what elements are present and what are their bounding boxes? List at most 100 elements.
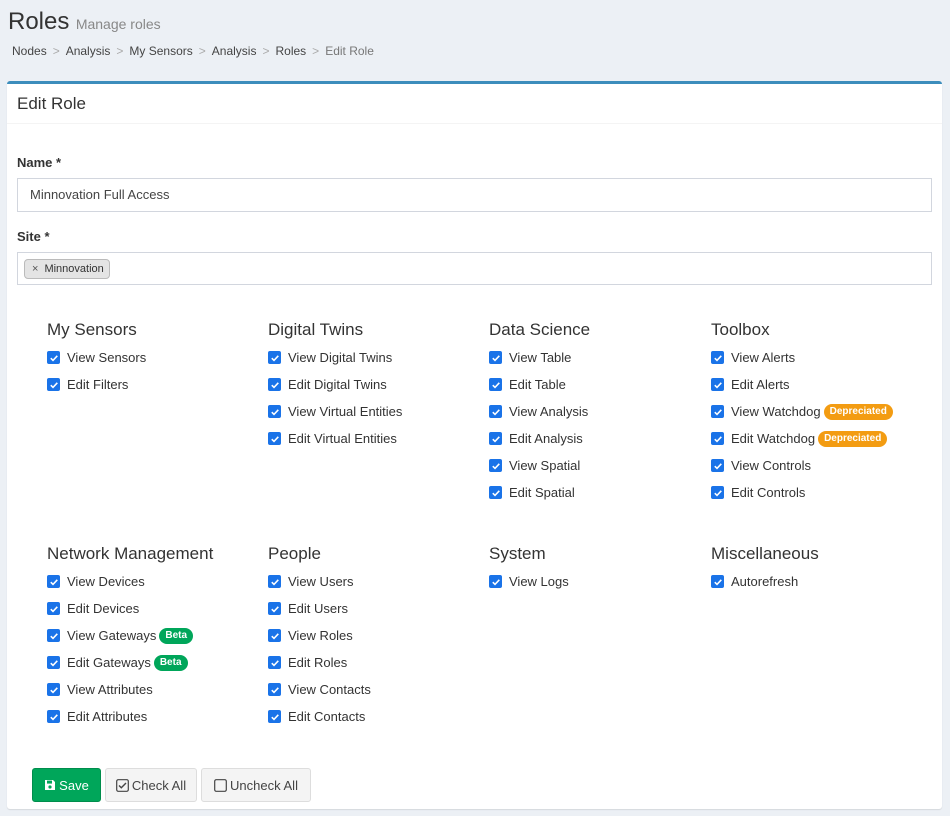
save-button[interactable]: Save	[32, 768, 101, 802]
permission-view-users[interactable]: View Users	[268, 568, 478, 595]
check-all-button[interactable]: Check All	[105, 768, 197, 802]
permission-edit-gateways[interactable]: Edit Gateways Beta	[47, 649, 257, 676]
permission-label: Autorefresh	[731, 574, 799, 589]
name-input[interactable]: Minnovation Full Access	[17, 178, 932, 212]
permission-edit-filters[interactable]: Edit Filters	[47, 371, 257, 398]
permission-edit-watchdog[interactable]: Edit Watchdog Depreciated	[711, 425, 921, 452]
checkbox[interactable]	[268, 683, 281, 696]
permission-view-contacts[interactable]: View Contacts	[268, 676, 478, 703]
permission-edit-controls[interactable]: Edit Controls	[711, 479, 921, 506]
checkbox[interactable]	[268, 656, 281, 669]
permission-edit-users[interactable]: Edit Users	[268, 595, 478, 622]
checkbox[interactable]	[711, 486, 724, 499]
permission-group-miscellaneous: Miscellaneous Autorefresh	[711, 544, 921, 595]
permission-view-sensors[interactable]: View Sensors	[47, 344, 257, 371]
beta-badge: Beta	[153, 654, 188, 671]
permission-label: Edit Controls	[731, 485, 806, 500]
checkbox[interactable]	[268, 575, 281, 588]
name-label: Name *	[17, 155, 62, 170]
permission-label: View Spatial	[509, 458, 581, 473]
permission-label: Edit Devices	[67, 601, 140, 616]
permission-edit-attributes[interactable]: Edit Attributes	[47, 703, 257, 730]
checkbox[interactable]	[268, 629, 281, 642]
checkbox[interactable]	[268, 602, 281, 615]
permission-view-watchdog[interactable]: View Watchdog Depreciated	[711, 398, 921, 425]
permission-edit-analysis[interactable]: Edit Analysis	[489, 425, 699, 452]
checkbox[interactable]	[268, 710, 281, 723]
page-header: Roles Manage roles	[8, 8, 161, 36]
permission-view-attributes[interactable]: View Attributes	[47, 676, 257, 703]
checkbox[interactable]	[711, 432, 724, 445]
permission-view-virtual-entities[interactable]: View Virtual Entities	[268, 398, 478, 425]
permission-view-analysis[interactable]: View Analysis	[489, 398, 699, 425]
checkbox[interactable]	[47, 683, 60, 696]
depreciated-badge: Depreciated	[818, 430, 888, 447]
checkbox[interactable]	[47, 602, 60, 615]
checkbox[interactable]	[489, 405, 502, 418]
permission-edit-spatial[interactable]: Edit Spatial	[489, 479, 699, 506]
group-title: Digital Twins	[268, 320, 364, 339]
breadcrumb-item-analysis[interactable]: Analysis	[66, 44, 111, 58]
permission-edit-digital-twins[interactable]: Edit Digital Twins	[268, 371, 478, 398]
permission-label: View Sensors	[67, 350, 147, 365]
checkbox[interactable]	[489, 351, 502, 364]
beta-badge: Beta	[159, 627, 194, 644]
checkbox[interactable]	[47, 710, 60, 723]
empty-square-icon	[214, 778, 227, 792]
permission-label: Edit Alerts	[731, 377, 790, 392]
breadcrumb-item-roles[interactable]: Roles	[275, 44, 306, 58]
permission-label: Edit Virtual Entities	[288, 431, 397, 446]
breadcrumb-separator: >	[262, 44, 270, 58]
checkbox[interactable]	[47, 656, 60, 669]
checkbox[interactable]	[268, 378, 281, 391]
permission-edit-alerts[interactable]: Edit Alerts	[711, 371, 921, 398]
permission-view-alerts[interactable]: View Alerts	[711, 344, 921, 371]
breadcrumb-separator: >	[52, 44, 60, 58]
checkbox[interactable]	[711, 405, 724, 418]
permission-label: Edit Gateways	[67, 655, 151, 670]
save-button-label: Save	[59, 777, 89, 793]
permission-group-people: People View Users Edit Users View Roles Edit…	[268, 544, 478, 730]
checkbox[interactable]	[489, 459, 502, 472]
checkbox[interactable]	[47, 629, 60, 642]
permission-view-controls[interactable]: View Controls	[711, 452, 921, 479]
permission-edit-devices[interactable]: Edit Devices	[47, 595, 257, 622]
breadcrumb-item-my-sensors[interactable]: My Sensors	[129, 44, 192, 58]
checkbox[interactable]	[268, 405, 281, 418]
checkbox[interactable]	[489, 575, 502, 588]
permission-edit-table[interactable]: Edit Table	[489, 371, 699, 398]
checkbox[interactable]	[47, 351, 60, 364]
permission-group-toolbox: Toolbox View Alerts Edit Alerts View Watchd…	[711, 320, 921, 506]
permission-view-roles[interactable]: View Roles	[268, 622, 478, 649]
checkbox[interactable]	[489, 486, 502, 499]
checkbox[interactable]	[47, 378, 60, 391]
permission-edit-roles[interactable]: Edit Roles	[268, 649, 478, 676]
site-select[interactable]: × Minnovation	[17, 252, 932, 285]
checkbox[interactable]	[711, 378, 724, 391]
checkbox[interactable]	[489, 432, 502, 445]
permission-view-table[interactable]: View Table	[489, 344, 699, 371]
checkbox[interactable]	[489, 378, 502, 391]
group-title: Network Management	[47, 544, 214, 563]
permission-edit-contacts[interactable]: Edit Contacts	[268, 703, 478, 730]
checkbox[interactable]	[268, 432, 281, 445]
permission-edit-virtual-entities[interactable]: Edit Virtual Entities	[268, 425, 478, 452]
permission-view-devices[interactable]: View Devices	[47, 568, 257, 595]
remove-tag-icon[interactable]: ×	[32, 263, 38, 275]
group-title: Toolbox	[711, 320, 770, 339]
permission-view-gateways[interactable]: View Gateways Beta	[47, 622, 257, 649]
breadcrumb-separator: >	[312, 44, 320, 58]
checkbox[interactable]	[711, 575, 724, 588]
checkbox[interactable]	[47, 575, 60, 588]
checkbox[interactable]	[711, 459, 724, 472]
checkbox[interactable]	[268, 351, 281, 364]
site-tag-label: Minnovation	[44, 263, 104, 275]
uncheck-all-button[interactable]: Uncheck All	[201, 768, 311, 802]
checkbox[interactable]	[711, 351, 724, 364]
breadcrumb-item-nodes[interactable]: Nodes	[12, 44, 47, 58]
permission-view-digital-twins[interactable]: View Digital Twins	[268, 344, 478, 371]
permission-view-logs[interactable]: View Logs	[489, 568, 699, 595]
permission-view-spatial[interactable]: View Spatial	[489, 452, 699, 479]
breadcrumb-item-analysis-2[interactable]: Analysis	[212, 44, 257, 58]
permission-autorefresh[interactable]: Autorefresh	[711, 568, 921, 595]
